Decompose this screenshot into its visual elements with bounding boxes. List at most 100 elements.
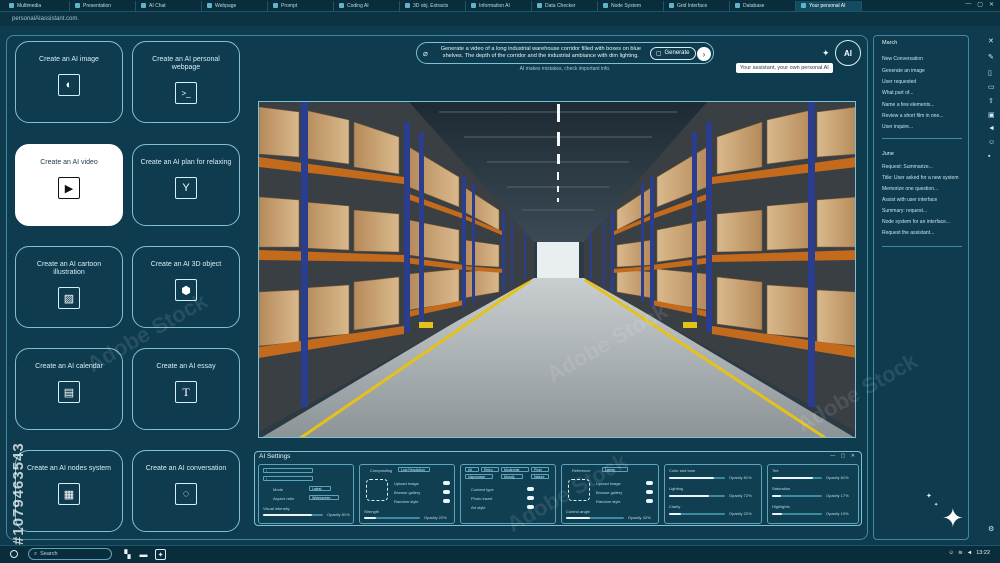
reference-random-toggle[interactable] xyxy=(646,499,653,503)
tile-ai-conversation[interactable]: Create an AI conversation ◌ xyxy=(132,450,240,532)
browser-tab-8[interactable]: Data Checker xyxy=(532,0,598,11)
close-icon[interactable]: ✕ xyxy=(989,1,994,8)
filter-chip-retro[interactable]: Retro xyxy=(481,467,499,472)
wifi-icon[interactable]: ≋ xyxy=(958,550,963,556)
browser-tab-6[interactable]: 3D obj. Extracts xyxy=(400,0,466,11)
tile-ai-nodes[interactable]: Create an AI nodes system ▦ xyxy=(15,450,123,532)
browser-tab-10[interactable]: Grid Interface xyxy=(664,0,730,11)
upload-image-dropzone[interactable] xyxy=(366,479,388,501)
upload-image-toggle[interactable] xyxy=(443,481,450,485)
history-item[interactable]: Memorize one question... xyxy=(882,186,938,192)
filter-chip-nature[interactable]: Nature xyxy=(531,474,549,479)
browser-tab-4[interactable]: Prompt xyxy=(268,0,334,11)
folder-icon[interactable]: ▭ xyxy=(988,83,995,91)
lock-icon[interactable]: ▪ xyxy=(988,153,990,160)
browser-tab-7[interactable]: Information AI xyxy=(466,0,532,11)
filter-chip-moody[interactable]: Moody xyxy=(501,474,523,479)
history-item[interactable]: Node system for an interface... xyxy=(882,219,950,225)
tint-slider[interactable] xyxy=(772,477,822,479)
gear-icon[interactable]: ⚙ xyxy=(988,525,994,533)
control-angle-slider[interactable] xyxy=(566,517,624,519)
filter-chip-modernist[interactable]: Modernist xyxy=(501,467,529,472)
tile-ai-essay[interactable]: Create an AI essay T xyxy=(132,348,240,430)
maximize-icon[interactable]: ▢ xyxy=(977,1,983,8)
history-item[interactable]: Request: Summarize... xyxy=(882,164,933,170)
resolution-select[interactable]: Low Resolution xyxy=(398,467,430,472)
ai-sparkle-icon[interactable]: ✦ xyxy=(942,505,964,531)
tile-ai-video[interactable]: Create an AI video ▶ xyxy=(15,144,123,226)
generate-button[interactable]: ▢ Generate xyxy=(649,46,696,60)
message-icon[interactable]: ▣ xyxy=(988,111,995,119)
browse-gallery-toggle[interactable] xyxy=(443,490,450,494)
share-icon[interactable]: ⇧ xyxy=(988,97,994,105)
latest-chip[interactable]: › xyxy=(263,468,313,473)
user-icon[interactable]: ☺ xyxy=(988,139,995,146)
strength-slider[interactable] xyxy=(364,517,420,519)
phone-icon[interactable]: ▯ xyxy=(988,69,992,77)
content-type-toggle[interactable] xyxy=(527,487,534,491)
history-item[interactable]: Name a few elements... xyxy=(882,102,935,108)
clarity-slider[interactable] xyxy=(669,513,725,515)
browser-tab-5[interactable]: Coding AI xyxy=(334,0,400,11)
history-item[interactable]: Request the assistant... xyxy=(882,230,934,236)
reference-select[interactable]: Latest xyxy=(602,467,628,472)
visual-intensity-slider[interactable] xyxy=(263,514,323,516)
folder-icon[interactable]: ▬ xyxy=(138,549,149,560)
tile-ai-relax-plan[interactable]: Create an AI plan for relaxing Y xyxy=(132,144,240,226)
history-item[interactable]: User inquire... xyxy=(882,124,913,130)
reference-image-dropzone[interactable] xyxy=(568,479,590,501)
attach-icon[interactable]: ⌀ xyxy=(423,49,428,58)
history-item[interactable]: Generate an image xyxy=(882,68,925,74)
history-item[interactable]: Summary: request... xyxy=(882,208,927,214)
saturation-slider[interactable] xyxy=(772,495,822,497)
volume-icon[interactable]: ◄ xyxy=(988,125,995,132)
taskbar-search[interactable]: ⌕ Search xyxy=(28,548,112,560)
minimize-icon[interactable]: — xyxy=(965,1,971,8)
prompt-text[interactable]: Generate a video of a long industrial wa… xyxy=(436,46,646,60)
history-item[interactable]: New Conversation xyxy=(882,56,923,62)
aspect-ratio-select[interactable]: Widescreen xyxy=(309,495,339,500)
chip-secondary[interactable]: › xyxy=(263,476,313,481)
history-item[interactable]: What part of... xyxy=(882,90,913,96)
browser-tab-2[interactable]: AI Chat xyxy=(136,0,202,11)
start-menu-icon[interactable] xyxy=(10,550,18,558)
tile-ai-calendar[interactable]: Create an AI calendar ▤ xyxy=(15,348,123,430)
highlights-slider[interactable] xyxy=(772,513,822,515)
history-item[interactable]: Assist with user interface xyxy=(882,197,937,203)
close-icon[interactable]: ✕ xyxy=(988,37,994,45)
user-icon[interactable]: ☺ xyxy=(949,550,955,556)
mode-select[interactable]: Latest xyxy=(309,486,331,491)
assistant-app-icon[interactable]: ✦ xyxy=(155,549,166,560)
send-arrow-icon[interactable]: › xyxy=(697,47,711,61)
filter-chip-all[interactable]: All xyxy=(465,467,479,472)
tile-ai-image[interactable]: Create an AI image ◐ xyxy=(15,41,123,123)
reference-browse-toggle[interactable] xyxy=(646,490,653,494)
lighting-slider[interactable] xyxy=(669,495,725,497)
filter-chip-vaporwave[interactable]: Vaporwave xyxy=(465,474,493,479)
prompt-bar[interactable]: ⌀ Generate a video of a long industrial … xyxy=(416,42,714,64)
address-bar[interactable]: personalAIassistant.com. xyxy=(0,12,1000,26)
browser-tab-11[interactable]: Database xyxy=(730,0,796,11)
browser-tab-12[interactable]: Your personal AI xyxy=(796,0,862,11)
color-tone-slider[interactable] xyxy=(669,477,725,479)
edit-icon[interactable]: ✎ xyxy=(988,53,994,61)
history-item[interactable]: Title: User asked for a new system xyxy=(882,175,959,181)
generated-video-preview[interactable] xyxy=(258,101,856,438)
taskbar-app-icon[interactable]: ▚ xyxy=(122,549,133,560)
history-item[interactable]: User requested xyxy=(882,79,916,85)
tile-ai-webpage[interactable]: Create an AI personal webpage >_ xyxy=(132,41,240,123)
random-style-toggle[interactable] xyxy=(443,499,450,503)
browser-tab-1[interactable]: Presentation xyxy=(70,0,136,11)
volume-icon[interactable]: ◄ xyxy=(967,550,972,556)
art-style-toggle[interactable] xyxy=(527,505,534,509)
photo-insert-toggle[interactable] xyxy=(527,496,534,500)
url-text[interactable]: personalAIassistant.com. xyxy=(12,16,79,22)
browser-tab-3[interactable]: Webpage xyxy=(202,0,268,11)
history-item[interactable]: Review a short film in one... xyxy=(882,113,943,119)
tile-ai-cartoon[interactable]: Create an AI cartoon illustration ▨ xyxy=(15,246,123,328)
browser-tab-0[interactable]: Multimedia xyxy=(4,0,70,11)
ai-assistant-badge[interactable]: AI xyxy=(835,40,861,66)
clock-time[interactable]: 13:22 xyxy=(976,550,990,556)
filter-chip-pixel[interactable]: Pixel xyxy=(531,467,549,472)
browser-tab-9[interactable]: Node System xyxy=(598,0,664,11)
